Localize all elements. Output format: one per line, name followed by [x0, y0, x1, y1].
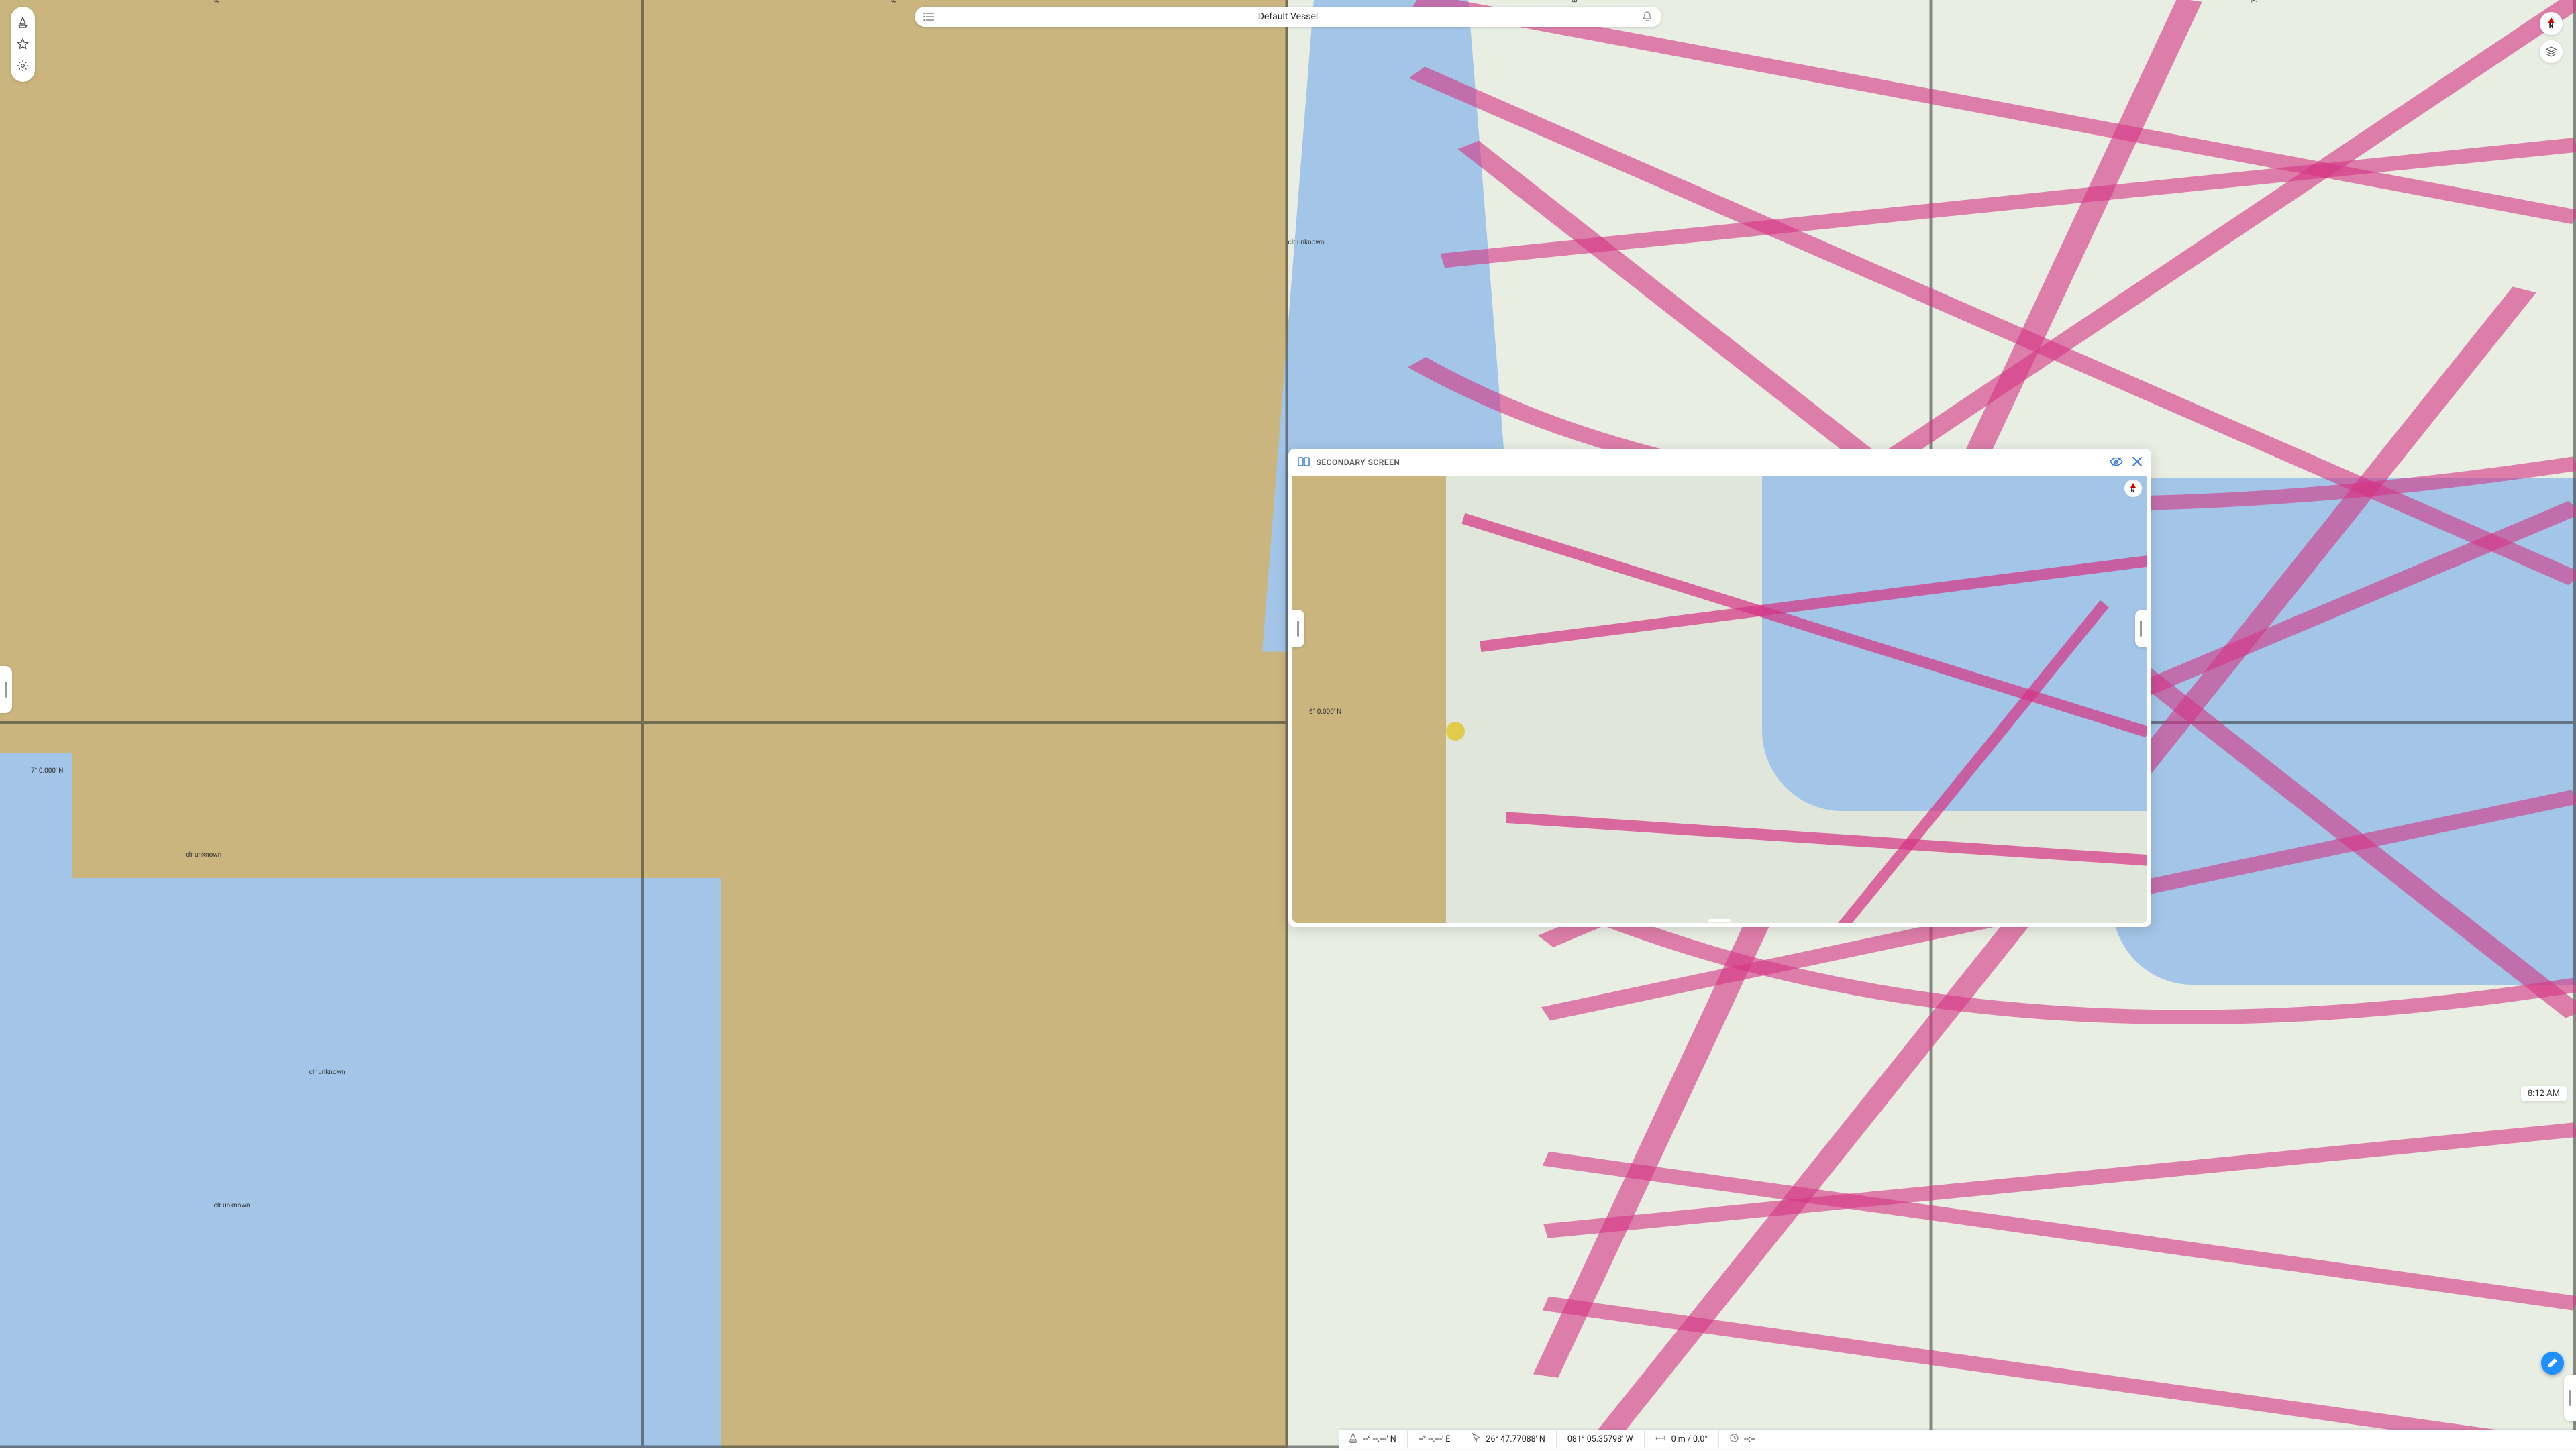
- mini-right-handle[interactable]: [2135, 610, 2147, 647]
- lon-label-82: 82° 0.000' W: [214, 0, 221, 3]
- pencil-icon: [2547, 1358, 2558, 1368]
- split-screen-icon: [1298, 457, 1310, 468]
- main-compass[interactable]: N: [2540, 12, 2563, 35]
- secondary-chart[interactable]: 6° 0.000' N N: [1292, 476, 2147, 922]
- close-panel[interactable]: [2132, 456, 2142, 469]
- settings-tool[interactable]: [13, 56, 32, 75]
- panel-resize-handle[interactable]: [1708, 919, 1731, 922]
- own-lon-cell[interactable]: --° --.---' E: [1407, 1430, 1461, 1448]
- panel-title: SECONDARY SCREEN: [1317, 458, 1400, 467]
- clock-icon: [1730, 1434, 1739, 1445]
- close-icon: [2132, 457, 2142, 466]
- mini-compass[interactable]: N: [2124, 480, 2142, 497]
- left-drawer-handle[interactable]: [0, 666, 12, 713]
- mini-compass-letter: N: [2131, 488, 2135, 494]
- eta-time: --:--: [1744, 1434, 1755, 1444]
- vessel-name: Default Vessel: [935, 11, 1641, 22]
- layers-icon: [2545, 46, 2557, 58]
- mini-left-handle[interactable]: [1292, 610, 1304, 647]
- clr-label: clr unknown: [185, 851, 221, 859]
- clr-label: clr unknown: [309, 1069, 346, 1076]
- clr-label: clr unknown: [1288, 239, 1325, 246]
- cursor-lat: 26° 47.77088' N: [1486, 1434, 1545, 1444]
- panel-header: SECONDARY SCREEN: [1288, 449, 2151, 476]
- edit-fab[interactable]: [2541, 1352, 2564, 1375]
- visibility-toggle[interactable]: [2110, 456, 2123, 469]
- list-icon[interactable]: [923, 11, 935, 23]
- layers-button[interactable]: [2540, 40, 2563, 63]
- bearing-icon: [1655, 1434, 1666, 1444]
- own-lat: --° --.---' N: [1363, 1434, 1396, 1444]
- own-lon: --° --.---' E: [1419, 1434, 1451, 1444]
- cursor-lon: 081° 05.35798' W: [1567, 1434, 1633, 1444]
- distance-cell[interactable]: 0 m / 0.0°: [1644, 1430, 1718, 1448]
- left-toolbar: [11, 7, 35, 82]
- eye-off-icon: [2110, 457, 2123, 466]
- vessel-selector-bar[interactable]: Default Vessel: [915, 7, 1661, 27]
- boat-tool[interactable]: [13, 13, 32, 32]
- eta-cell[interactable]: --:--: [1718, 1430, 1766, 1448]
- north-arrow-icon: [2130, 483, 2136, 488]
- lon-label-81: 81° 0.000' W: [891, 0, 898, 3]
- compass-letter: N: [2549, 23, 2553, 30]
- cursor-pos-cell[interactable]: 26° 47.77088' N: [1461, 1430, 1556, 1448]
- clock-badge: 8:12 AM: [2521, 1086, 2567, 1101]
- own-position-cell[interactable]: --° --.---' N: [1339, 1430, 1406, 1448]
- cursor-lon-cell[interactable]: 081° 05.35798' W: [1556, 1430, 1644, 1448]
- secondary-screen-panel[interactable]: SECONDARY SCREEN 6° 0.000' N N: [1288, 449, 2151, 926]
- distance-bearing: 0 m / 0.0°: [1671, 1434, 1708, 1444]
- favorites-tool[interactable]: [13, 35, 32, 54]
- bell-icon[interactable]: [1641, 11, 1653, 23]
- lon-label-80: 80° 0.000' W: [1572, 0, 1579, 3]
- mini-tracks: [1292, 476, 2147, 922]
- status-bar: --° --.---' N --° --.---' E 26° 47.77088…: [1339, 1430, 2576, 1448]
- lat-label-7: 7° 0.000' N: [31, 767, 63, 775]
- cursor-icon: [1472, 1433, 1480, 1445]
- clr-label: clr unknown: [214, 1202, 250, 1210]
- mini-lat-label: 6° 0.000' N: [1309, 708, 1341, 716]
- lon-label-79: 79° 0.000' W: [2251, 0, 2259, 3]
- boat-icon: [1349, 1433, 1357, 1446]
- right-drawer-handle[interactable]: [2564, 1375, 2576, 1421]
